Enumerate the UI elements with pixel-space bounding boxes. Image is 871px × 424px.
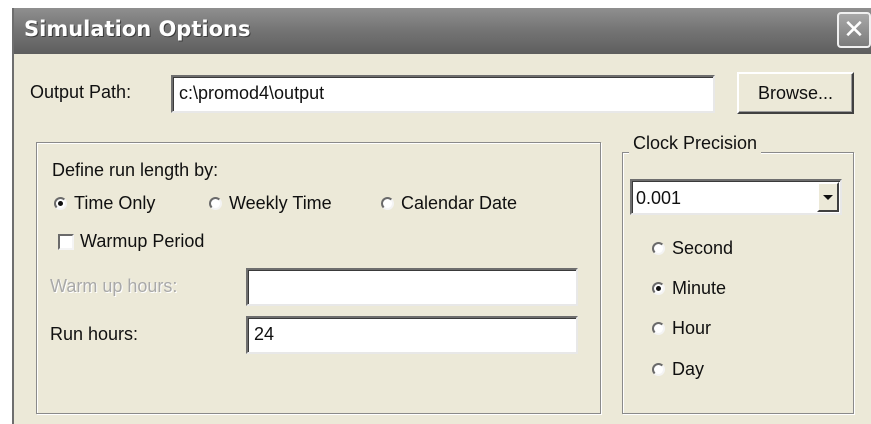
output-path-label: Output Path: <box>30 82 132 102</box>
dialog-title: Simulation Options <box>24 17 251 41</box>
radio-button <box>652 242 665 255</box>
radio-calendar-date-label: Calendar Date <box>401 193 518 213</box>
radio-calendar-date[interactable]: Calendar Date <box>381 193 517 214</box>
warmup-hours-input[interactable] <box>246 268 578 306</box>
radio-button <box>381 197 394 210</box>
clock-precision-select[interactable]: 0.001 <box>630 179 842 215</box>
radio-button <box>652 363 665 376</box>
chevron-down-icon[interactable] <box>817 182 839 212</box>
warmup-hours-label: Warm up hours: <box>50 276 178 296</box>
output-path-input[interactable]: c:\promod4\output <box>171 75 715 113</box>
browse-button[interactable]: Browse... <box>737 72 854 114</box>
radio-second[interactable]: Second <box>652 238 733 259</box>
title-bar: Simulation Options ✕ <box>14 8 871 54</box>
run-hours-input[interactable]: 24 <box>246 316 578 354</box>
run-hours-label: Run hours: <box>50 324 139 344</box>
radio-day[interactable]: Day <box>652 359 704 380</box>
radio-hour-label: Hour <box>672 318 712 338</box>
radio-time-only[interactable]: Time Only <box>54 193 155 214</box>
radio-button-checked <box>54 197 67 210</box>
radio-second-label: Second <box>672 238 734 258</box>
close-button[interactable]: ✕ <box>837 12 871 48</box>
radio-hour[interactable]: Hour <box>652 318 711 339</box>
clock-precision-value: 0.001 <box>636 188 682 208</box>
radio-time-only-label: Time Only <box>74 193 156 213</box>
radio-minute[interactable]: Minute <box>652 278 726 299</box>
run-length-heading: Define run length by: <box>52 160 219 180</box>
radio-button <box>209 197 222 210</box>
radio-button-checked <box>652 282 665 295</box>
clock-precision-legend: Clock Precision <box>629 133 762 154</box>
radio-minute-label: Minute <box>672 278 727 298</box>
run-hours-value: 24 <box>254 324 275 344</box>
close-icon: ✕ <box>843 15 865 45</box>
output-path-value: c:\promod4\output <box>179 83 325 103</box>
radio-day-label: Day <box>672 359 705 379</box>
simulation-options-dialog: Simulation Options ✕ Output Path: c:\pro… <box>12 8 871 424</box>
checkbox-box <box>58 233 74 250</box>
warmup-period-label: Warmup Period <box>80 231 205 251</box>
radio-weekly-time[interactable]: Weekly Time <box>209 193 332 214</box>
warmup-period-checkbox[interactable]: Warmup Period <box>58 231 204 252</box>
radio-weekly-time-label: Weekly Time <box>229 193 332 213</box>
radio-button <box>652 322 665 335</box>
